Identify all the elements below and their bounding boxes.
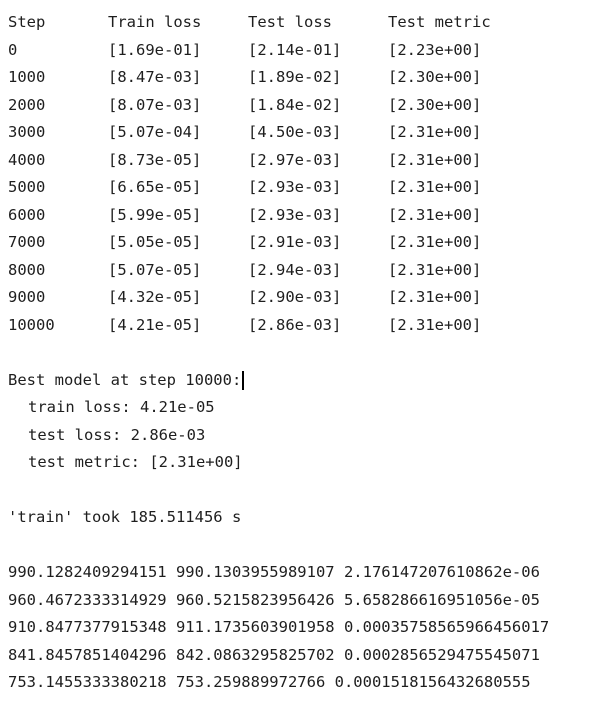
cell-train-loss: [6.65e-05] [108, 178, 202, 196]
cell-train-loss: [8.73e-05] [108, 150, 202, 169]
cell-train-loss: [4.21e-05] [108, 315, 202, 334]
best-model-line: Best model at step 10000: [8, 367, 595, 395]
cell-step: 2000 [8, 95, 46, 114]
cell-test-metric: [2.31e+00] [388, 260, 482, 279]
cell-step: 10000 [8, 315, 55, 334]
text-cursor [242, 370, 245, 390]
cell-test-metric: [2.31e+00] [388, 150, 482, 169]
header-test-loss: Test loss [248, 13, 332, 31]
value-line: 753.1455333380218 753.259889972766 0.000… [8, 673, 531, 691]
table-row: 0 [1.69e-01] [2.14e-01] [2.23e+00] [8, 37, 595, 65]
console-output: Step Train loss Test loss Test metric 0 … [8, 9, 595, 697]
table-row: 4000 [8.73e-05] [2.97e-03] [2.31e+00] [8, 147, 595, 175]
cell-test-metric: [2.31e+00] [388, 123, 482, 141]
cell-step: 0 [8, 40, 18, 59]
value-line: 910.8477377915348 911.1735603901958 0.00… [8, 618, 550, 636]
cell-train-loss: [5.99e-05] [108, 205, 202, 224]
header-step: Step [8, 13, 46, 31]
header-train-loss: Train loss [108, 13, 202, 31]
cell-test-metric: [2.23e+00] [388, 40, 482, 59]
cell-test-metric: [2.31e+00] [388, 178, 482, 196]
cell-step: 4000 [8, 150, 46, 169]
cell-test-loss: [2.86e-03] [248, 315, 342, 334]
cell-test-metric: [2.31e+00] [388, 315, 482, 334]
cell-train-loss: [5.05e-05] [108, 233, 202, 251]
cell-test-metric: [2.31e+00] [388, 288, 482, 306]
cell-test-loss: [2.97e-03] [248, 150, 342, 169]
cell-test-loss: [2.91e-03] [248, 233, 342, 251]
cell-train-loss: [8.47e-03] [108, 68, 202, 86]
value-line: 990.1282409294151 990.1303955989107 2.17… [8, 563, 540, 581]
cell-test-loss: [2.93e-03] [248, 205, 342, 224]
cell-train-loss: [8.07e-03] [108, 95, 202, 114]
table-header-row: Step Train loss Test loss Test metric [8, 9, 595, 37]
cell-test-metric: [2.31e+00] [388, 205, 482, 224]
cell-step: 6000 [8, 205, 46, 224]
header-test-metric: Test metric [388, 13, 491, 31]
best-test-loss-line: test loss: 2.86e-03 [28, 425, 206, 444]
table-row: 1000 [8.47e-03] [1.89e-02] [2.30e+00] [8, 64, 595, 92]
table-row: 10000 [4.21e-05] [2.86e-03] [2.31e+00] [8, 312, 595, 340]
cell-test-metric: [2.30e+00] [388, 95, 482, 114]
value-line: 960.4672333314929 960.5215823956426 5.65… [8, 590, 540, 609]
best-train-loss-line: train loss: 4.21e-05 [28, 398, 215, 416]
table-row: 7000 [5.05e-05] [2.91e-03] [2.31e+00] [8, 229, 595, 257]
timing-line: 'train' took 185.511456 s [8, 508, 242, 526]
cell-test-loss: [2.14e-01] [248, 40, 342, 59]
cell-test-metric: [2.30e+00] [388, 68, 482, 86]
table-row: 6000 [5.99e-05] [2.93e-03] [2.31e+00] [8, 202, 595, 230]
cell-step: 5000 [8, 178, 46, 196]
table-row: 2000 [8.07e-03] [1.84e-02] [2.30e+00] [8, 92, 595, 120]
table-row: 3000 [5.07e-04] [4.50e-03] [2.31e+00] [8, 119, 595, 147]
cell-train-loss: [1.69e-01] [108, 40, 202, 59]
cell-step: 7000 [8, 233, 46, 251]
table-row: 5000 [6.65e-05] [2.93e-03] [2.31e+00] [8, 174, 595, 202]
best-model-header: Best model at step 10000: [8, 370, 242, 389]
cell-step: 3000 [8, 123, 46, 141]
table-row: 8000 [5.07e-05] [2.94e-03] [2.31e+00] [8, 257, 595, 285]
cell-test-loss: [2.93e-03] [248, 178, 342, 196]
cell-step: 8000 [8, 260, 46, 279]
cell-step: 9000 [8, 288, 46, 306]
cell-step: 1000 [8, 68, 46, 86]
cell-test-loss: [4.50e-03] [248, 123, 342, 141]
cell-test-loss: [2.90e-03] [248, 288, 342, 306]
cell-test-loss: [1.89e-02] [248, 68, 342, 86]
table-row: 9000 [4.32e-05] [2.90e-03] [2.31e+00] [8, 284, 595, 312]
cell-test-loss: [1.84e-02] [248, 95, 342, 114]
best-test-metric-line: test metric: [2.31e+00] [28, 453, 243, 471]
cell-test-metric: [2.31e+00] [388, 233, 482, 251]
cell-train-loss: [5.07e-04] [108, 123, 202, 141]
cell-train-loss: [5.07e-05] [108, 260, 202, 279]
cell-test-loss: [2.94e-03] [248, 260, 342, 279]
cell-train-loss: [4.32e-05] [108, 288, 202, 306]
value-line: 841.8457851404296 842.0863295825702 0.00… [8, 645, 540, 664]
